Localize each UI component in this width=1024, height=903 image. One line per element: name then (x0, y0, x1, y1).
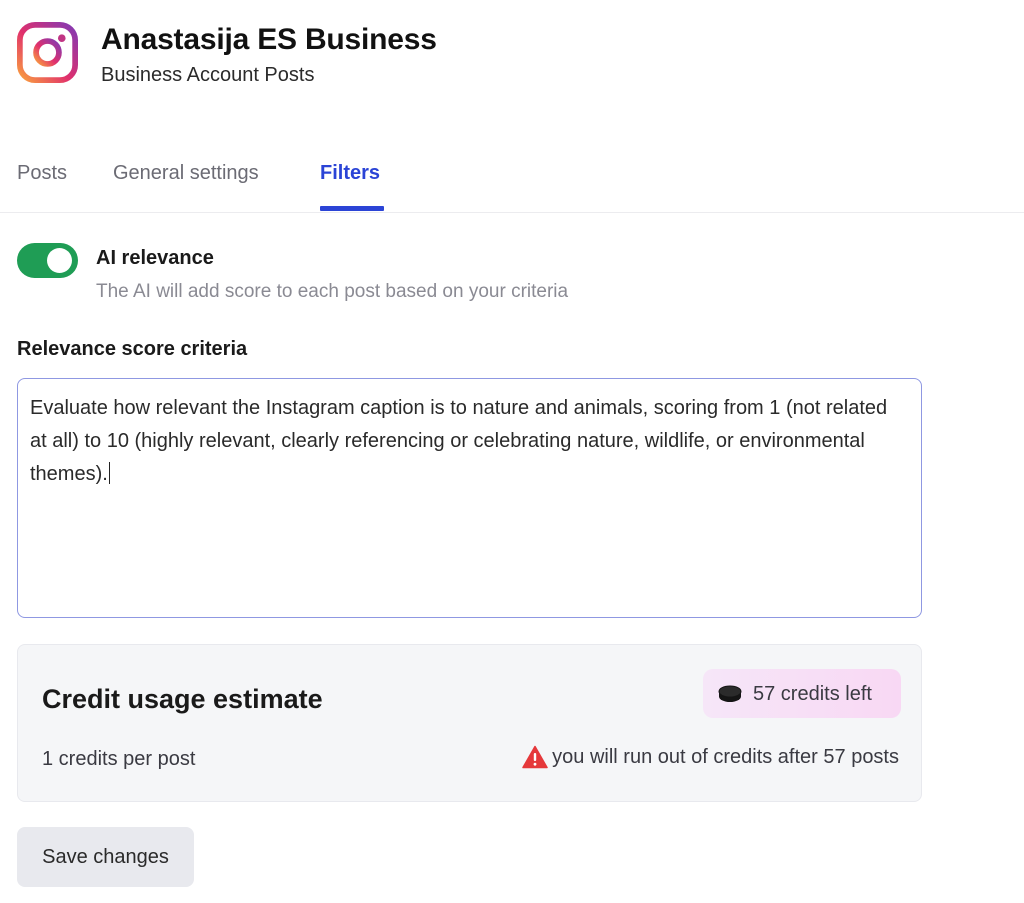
tab-bar: Posts General settings Filters (0, 150, 1024, 213)
warning-icon (522, 745, 548, 769)
tab-filters[interactable]: Filters (320, 160, 380, 186)
save-changes-button[interactable]: Save changes (17, 827, 194, 887)
page-header: Anastasija ES Business Business Account … (17, 22, 437, 87)
credit-warning-text: you will run out of credits after 57 pos… (552, 746, 899, 768)
credits-left-badge: 57 credits left (703, 669, 901, 718)
coin-icon (718, 685, 742, 702)
credits-per-post: 1 credits per post (42, 748, 196, 770)
criteria-text: Evaluate how relevant the Instagram capt… (30, 397, 888, 485)
page-subtitle: Business Account Posts (101, 64, 315, 86)
ai-relevance-toggle[interactable] (17, 243, 78, 278)
text-cursor (108, 462, 111, 484)
active-tab-indicator (320, 206, 384, 211)
ai-relevance-description: The AI will add score to each post based… (96, 281, 569, 302)
ai-relevance-label: AI relevance (96, 247, 214, 269)
criteria-label: Relevance score criteria (17, 338, 248, 360)
toggle-knob (47, 248, 72, 273)
criteria-textarea[interactable]: Evaluate how relevant the Instagram capt… (17, 378, 922, 618)
tab-posts[interactable]: Posts (17, 160, 67, 186)
credits-left-text: 57 credits left (753, 682, 872, 705)
page-title: Anastasija ES Business (101, 23, 437, 56)
credit-usage-title: Credit usage estimate (42, 684, 323, 714)
instagram-icon (17, 22, 78, 83)
credit-warning: you will run out of credits after 57 pos… (522, 745, 899, 769)
credit-usage-card: Credit usage estimate 57 credits left 1 … (17, 644, 922, 802)
tab-general-settings[interactable]: General settings (113, 160, 259, 186)
